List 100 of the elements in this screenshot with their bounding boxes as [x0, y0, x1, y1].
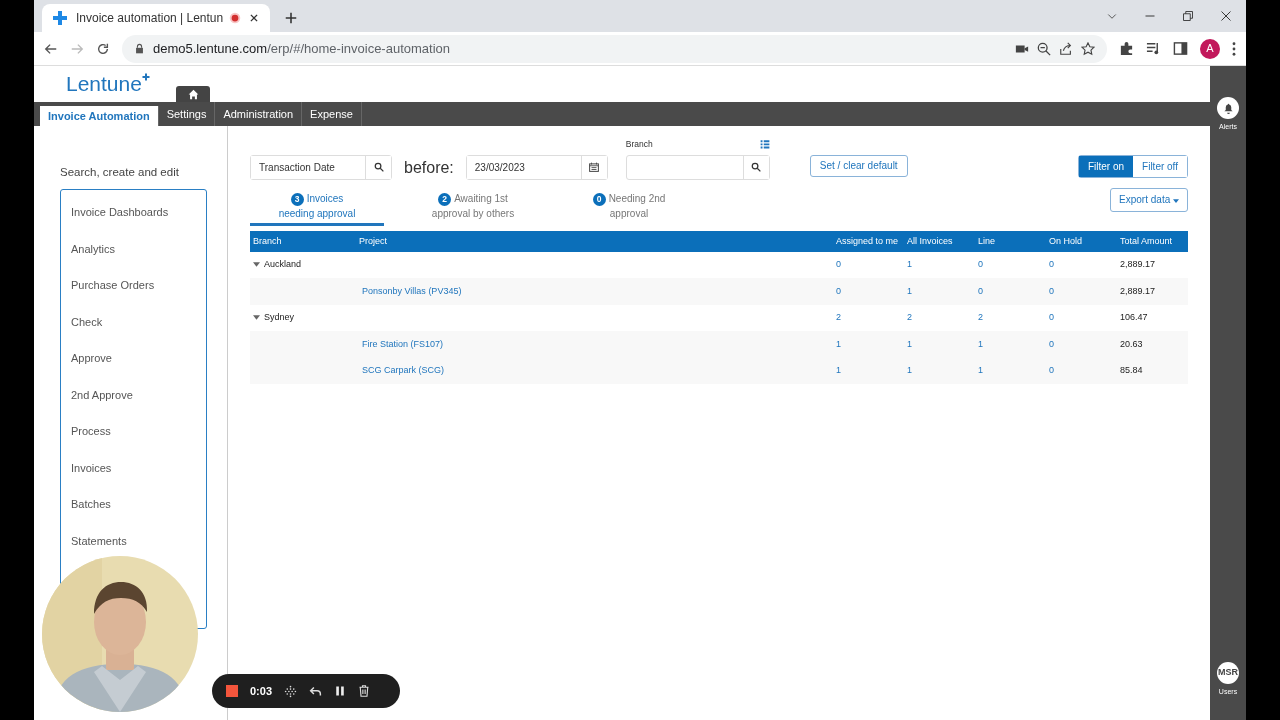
- share-icon[interactable]: [1059, 41, 1073, 56]
- trash-icon[interactable]: [358, 685, 371, 697]
- restore-icon[interactable]: [1182, 10, 1194, 22]
- nav-tab[interactable]: Invoice Automation: [40, 106, 159, 126]
- lock-icon: [134, 43, 145, 54]
- table-cell: 85.84: [1120, 365, 1143, 376]
- table-cell: 0: [836, 259, 841, 270]
- project-link[interactable]: SCG Carpark (SCG): [359, 365, 444, 376]
- sidebar-item[interactable]: Invoice Dashboards: [61, 194, 206, 231]
- caret-icon: [1173, 198, 1179, 203]
- table-cell: 106.47: [1120, 312, 1148, 323]
- table-cell: 1: [836, 338, 841, 349]
- branch-name: Auckland: [264, 258, 302, 272]
- sidebar-item[interactable]: Invoices: [61, 449, 206, 487]
- table-cell: 0: [1049, 312, 1054, 323]
- more-icon[interactable]: [1232, 41, 1236, 56]
- table-cell: 0: [836, 285, 841, 296]
- status-tab[interactable]: 2 Awaiting 1st approval by others: [406, 185, 540, 226]
- zoom-out-icon[interactable]: [1037, 41, 1051, 56]
- before-label: before:: [403, 157, 455, 178]
- sidebar-item[interactable]: Analytics: [61, 230, 206, 268]
- branch-label: Branch: [625, 138, 653, 151]
- grid-dots-icon[interactable]: [284, 684, 298, 698]
- table-cell: 1: [907, 338, 912, 349]
- table-cell: 2: [836, 312, 841, 323]
- nav-tab[interactable]: Expense: [302, 102, 362, 126]
- list-icon[interactable]: [759, 139, 770, 150]
- caret-down-icon[interactable]: [253, 262, 260, 268]
- search-icon[interactable]: [751, 162, 762, 173]
- table-cell: 20.63: [1120, 338, 1143, 349]
- pause-icon[interactable]: [334, 685, 347, 697]
- branch-name: Sydney: [264, 311, 295, 325]
- recording-time: 0:03: [250, 683, 273, 699]
- column-header[interactable]: On Hold: [1046, 230, 1117, 252]
- calendar-icon[interactable]: [589, 162, 600, 173]
- nav-tab[interactable]: Administration: [215, 102, 303, 126]
- table-cell: 0: [978, 259, 983, 270]
- home-button[interactable]: [176, 86, 210, 102]
- table-cell: 2: [907, 312, 912, 323]
- column-header[interactable]: Branch: [250, 230, 356, 252]
- sidebar-item[interactable]: Process: [61, 413, 206, 450]
- column-header[interactable]: All Invoices: [904, 230, 975, 252]
- sidebar-item[interactable]: Statements: [61, 522, 206, 560]
- url-text[interactable]: demo5.lentune.com/erp/#/home-invoice-automation: [153, 38, 450, 59]
- project-link[interactable]: Fire Station (FS107): [359, 338, 444, 349]
- column-header[interactable]: Total Amount: [1117, 230, 1188, 252]
- sidebar-item[interactable]: Approve: [61, 340, 206, 377]
- status-tab[interactable]: 0 Needing 2nd approval: [562, 185, 696, 226]
- column-header[interactable]: Line: [975, 230, 1046, 252]
- column-header[interactable]: Project: [356, 230, 833, 252]
- table-cell: 2: [978, 312, 983, 323]
- back-icon[interactable]: [44, 41, 58, 56]
- table-cell: 0: [978, 285, 983, 296]
- table-cell: 0: [1049, 259, 1054, 270]
- undo-icon[interactable]: [309, 684, 323, 698]
- table-cell: 2,889.17: [1120, 285, 1156, 296]
- table-cell: 1: [978, 365, 983, 376]
- sidebar-item[interactable]: Check: [61, 303, 206, 341]
- logo[interactable]: Lentune: [66, 73, 150, 94]
- table-cell: 1: [907, 365, 912, 376]
- table-cell: 1: [836, 365, 841, 376]
- table-cell: 1: [907, 259, 912, 270]
- status-tab[interactable]: 3 Invoices needing approval: [250, 185, 384, 226]
- close-icon[interactable]: [249, 13, 259, 23]
- project-link[interactable]: Ponsonby Villas (PV345): [359, 285, 462, 296]
- puzzle-icon[interactable]: [1119, 41, 1134, 56]
- new-tab-icon[interactable]: [284, 11, 298, 25]
- star-icon[interactable]: [1081, 41, 1095, 56]
- close-icon[interactable]: [1220, 10, 1232, 22]
- branch-field[interactable]: [625, 154, 770, 180]
- table-cell: 0: [1049, 285, 1054, 296]
- date-field[interactable]: 23/03/2023: [465, 154, 608, 180]
- table-cell: 0: [1049, 365, 1054, 376]
- record-icon: [229, 12, 241, 24]
- date-field-selector[interactable]: Transaction Date: [250, 154, 392, 180]
- playlist-icon[interactable]: [1146, 41, 1161, 56]
- bell-icon: [1222, 102, 1234, 114]
- export-button[interactable]: Export data: [1110, 187, 1188, 212]
- filter-toggle[interactable]: Filter on: [1078, 155, 1134, 177]
- caret-down-icon[interactable]: [253, 315, 260, 321]
- browser-tab[interactable]: Invoice automation | Lentun: [42, 4, 270, 32]
- table-cell: 1: [978, 338, 983, 349]
- profile-avatar[interactable]: A: [1200, 38, 1220, 59]
- plus-icon: [141, 73, 150, 81]
- column-header[interactable]: Assigned to me: [833, 230, 904, 252]
- home-icon: [187, 88, 199, 100]
- sidebar-title: Search, create and edit: [60, 165, 180, 180]
- sidebar-item[interactable]: Purchase Orders: [61, 267, 206, 304]
- sidebar-item[interactable]: 2nd Approve: [61, 376, 206, 414]
- reload-icon[interactable]: [96, 41, 110, 56]
- table-cell: 2,889.17: [1120, 259, 1156, 270]
- search-icon[interactable]: [373, 162, 384, 173]
- nav-tab[interactable]: Settings: [158, 102, 216, 126]
- table-cell: 0: [1049, 338, 1054, 349]
- set-default-button[interactable]: Set / clear default: [809, 154, 908, 177]
- table-cell: 1: [907, 285, 912, 296]
- plus-logo-icon: [52, 10, 68, 26]
- side-panel-icon[interactable]: [1173, 41, 1188, 56]
- sidebar-item[interactable]: Batches: [61, 486, 206, 523]
- address-bar[interactable]: demo5.lentune.com/erp/#/home-invoice-automation: [122, 34, 1107, 63]
